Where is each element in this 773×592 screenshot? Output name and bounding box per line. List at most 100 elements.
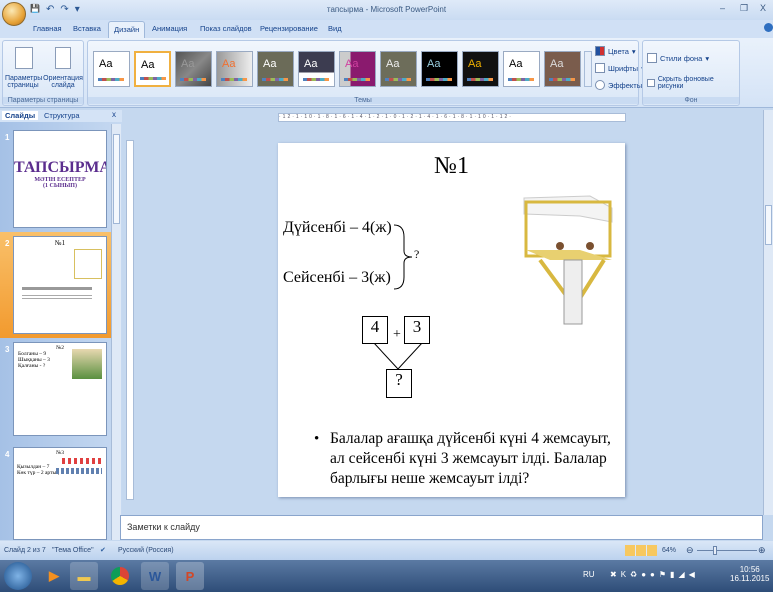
thumb-title: ТАПСЫРМА [14, 159, 107, 176]
themes-scroll[interactable] [584, 51, 592, 87]
zoom-slider[interactable] [697, 550, 757, 551]
help-icon[interactable] [764, 23, 773, 32]
zoom-level[interactable]: 64% [662, 547, 676, 554]
orientation-button[interactable]: Ориентация слайда [43, 75, 83, 89]
slides-panel: 1 ТАПСЫРМА МӘТІН ЕСЕПТЕР (1 СЫНЫП) 2 №1 … [0, 110, 122, 540]
theme-item[interactable]: Aa [339, 51, 376, 87]
brace-question: ? [414, 247, 420, 261]
explorer-icon[interactable]: ▬ [70, 562, 98, 590]
title-bar: тапсырма - Microsoft PowerPoint – ❐ X [0, 0, 773, 20]
thumb-image [74, 249, 102, 279]
word-icon[interactable]: W [141, 562, 169, 590]
thumb-image [56, 468, 102, 474]
close-button[interactable]: X [760, 3, 766, 13]
tab-home[interactable]: Главная [33, 24, 62, 33]
undo-icon[interactable]: ↶ [46, 4, 54, 15]
slide-thumbnail-2[interactable]: №1 [13, 236, 107, 334]
tab-outline[interactable]: Структура [44, 111, 80, 120]
tab-slides[interactable]: Слайды [2, 111, 39, 120]
scroll-thumb[interactable] [765, 205, 772, 245]
thumb-title: №3 [56, 450, 64, 456]
keyboard-language[interactable]: RU [583, 570, 595, 579]
slide-thumbnail-1[interactable]: ТАПСЫРМА МӘТІН ЕСЕПТЕР (1 СЫНЫП) [13, 130, 107, 228]
spellcheck-icon[interactable]: ✔ [100, 546, 106, 554]
thumb-image [72, 349, 102, 379]
office-button[interactable] [2, 2, 26, 26]
theme-item[interactable]: Aa [544, 51, 581, 87]
hide-background-checkbox[interactable]: Скрыть фоновые рисунки [647, 76, 739, 90]
panel-scrollbar[interactable] [111, 124, 121, 540]
hide-background-label: Скрыть фоновые рисунки [657, 76, 714, 90]
theme-sample: Aa [509, 58, 523, 70]
horizontal-ruler: ·12·1·10·1·8·1·6·1·4·1·2·1·0·1·2·1·4·1·6… [278, 113, 626, 122]
theme-sample: Aa [345, 58, 359, 70]
redo-icon[interactable]: ↷ [60, 4, 68, 15]
theme-item[interactable]: Aa [216, 51, 253, 87]
slide-thumbnail-3[interactable]: №2 Болганы – 9 Шыққаны – 3 Қалғаны - ? [13, 342, 107, 436]
group-label: Темы [88, 97, 638, 104]
theme-item[interactable]: Aa [257, 51, 294, 87]
slide-canvas[interactable]: №1 Дүйсенбі – 4(ж) Сейсенбі – 3(ж) ? 4 +… [278, 143, 625, 497]
group-themes: Aa Aa Aa Aa Aa Aa Aa Aa Aa Aa Aa Aa Цвет… [87, 40, 649, 106]
fonts-label: Шрифты [608, 63, 639, 73]
tab-animation[interactable]: Анимация [152, 24, 187, 33]
powerpoint-icon[interactable]: P [176, 562, 204, 590]
theme-sample: Aa [386, 58, 400, 70]
checkbox-icon [647, 79, 655, 87]
theme-item[interactable]: Aa [462, 51, 499, 87]
scroll-thumb[interactable] [113, 134, 120, 224]
minimize-button[interactable]: – [720, 3, 725, 13]
theme-item[interactable]: Aa [175, 51, 212, 87]
tab-review[interactable]: Рецензирование [260, 24, 318, 33]
slide-thumbnail-4[interactable]: №3 Қызылдан – 7 Көк түр – 2 артық [13, 447, 107, 540]
theme-sample: Aa [181, 58, 195, 70]
tuesday-line: Сейсенбі – 3(ж) [283, 269, 391, 286]
addend-box-2: 3 [404, 316, 430, 344]
theme-item[interactable]: Aa [421, 51, 458, 87]
zoom-out-button[interactable]: ⊖ [686, 545, 694, 556]
customize-icon[interactable]: ▾ [75, 4, 80, 15]
bird-feeder-image [520, 188, 616, 328]
zoom-slider-thumb[interactable] [713, 546, 717, 555]
taskbar: ▶ ▬ W P RU ✖K♻●●⚑▮◢◀ 10:56 16.11.2015 [0, 560, 773, 592]
tray-icons[interactable]: ✖K♻●●⚑▮◢◀ [610, 570, 699, 579]
fonts-button[interactable]: Шрифты▾ [595, 63, 645, 73]
tab-slideshow[interactable]: Показ слайдов [200, 24, 252, 33]
language[interactable]: Русский (Россия) [118, 547, 174, 554]
theme-item[interactable]: Aa [298, 51, 335, 87]
status-bar: Слайд 2 из 7 "Тема Office" ✔ Русский (Ро… [0, 541, 773, 560]
chrome-icon[interactable] [106, 562, 134, 590]
tab-view[interactable]: Вид [328, 24, 342, 33]
effects-icon [595, 80, 605, 90]
colors-icon [595, 46, 605, 56]
background-styles-button[interactable]: Стили фона ▾ [647, 53, 709, 63]
close-panel-button[interactable]: x [112, 110, 116, 119]
tab-design[interactable]: Дизайн [108, 21, 146, 38]
theme-item[interactable]: Aa [380, 51, 417, 87]
tab-insert[interactable]: Вставка [73, 24, 101, 33]
theme-sample: Aa [222, 58, 236, 70]
theme-current[interactable]: Aa [134, 51, 171, 87]
quick-access-toolbar: 💾 ↶ ↷ ▾ [30, 4, 80, 15]
page-setup-button[interactable]: Параметры страницы [5, 75, 42, 89]
theme-office[interactable]: Aa [93, 51, 130, 87]
notes-pane[interactable]: Заметки к слайду [120, 515, 763, 540]
theme-item[interactable]: Aa [503, 51, 540, 87]
zoom-in-button[interactable]: ⊕ [758, 545, 766, 556]
save-icon[interactable]: 💾 [30, 4, 40, 15]
start-button[interactable] [4, 562, 32, 590]
colors-button[interactable]: Цвета ▾ [595, 46, 636, 56]
window-title: тапсырма - Microsoft PowerPoint [326, 5, 447, 14]
addend-box-1: 4 [362, 316, 388, 344]
restore-button[interactable]: ❐ [740, 3, 748, 14]
effects-button[interactable]: Эффекты▾ [595, 80, 649, 90]
ribbon: Параметры страницы Ориентация слайда Пар… [0, 38, 773, 108]
group-background: Стили фона ▾ Скрыть фоновые рисунки Фон [642, 40, 740, 106]
group-label: Параметры страницы [3, 97, 83, 104]
theme-sample: Aa [468, 58, 482, 70]
vertical-scrollbar[interactable] [763, 110, 773, 515]
theme-sample: Aa [141, 59, 155, 71]
view-buttons[interactable] [625, 545, 657, 556]
media-player-icon[interactable]: ▶ [40, 562, 68, 590]
clock[interactable]: 10:56 16.11.2015 [730, 565, 769, 583]
